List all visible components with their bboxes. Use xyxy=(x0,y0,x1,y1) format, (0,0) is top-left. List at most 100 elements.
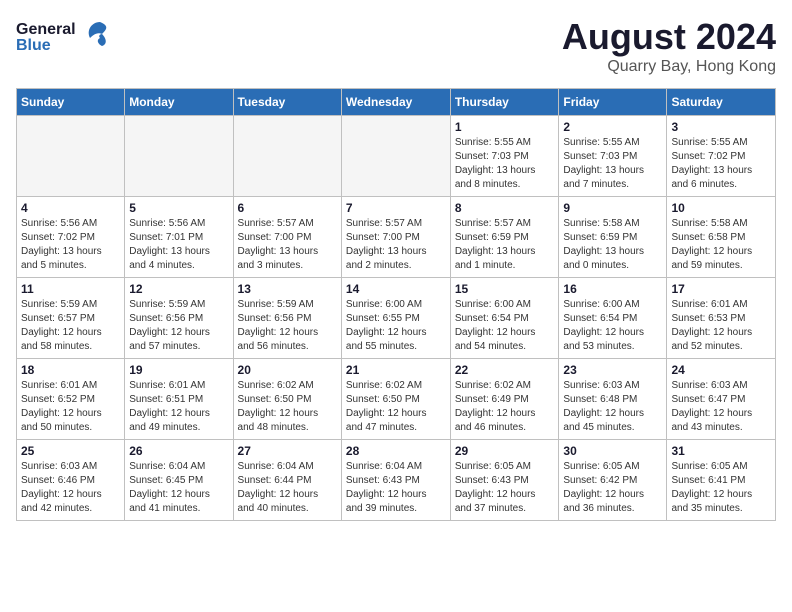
day-info: Sunrise: 5:57 AM Sunset: 7:00 PM Dayligh… xyxy=(238,217,337,273)
calendar-cell: 4 Sunrise: 5:56 AM Sunset: 7:02 PM Daylig… xyxy=(17,197,125,278)
day-number: 6 xyxy=(238,201,337,215)
day-number: 4 xyxy=(21,201,120,215)
location-subtitle: Quarry Bay, Hong Kong xyxy=(562,58,776,76)
day-number: 29 xyxy=(455,444,555,458)
day-header-wednesday: Wednesday xyxy=(341,89,450,116)
calendar-cell: 14 Sunrise: 6:00 AM Sunset: 6:55 PM Dayli… xyxy=(341,278,450,359)
day-number: 23 xyxy=(563,363,662,377)
calendar-cell: 26Sunrise: 6:04 AM Sunset: 6:45 PM Dayli… xyxy=(125,440,233,521)
calendar-cell: 23Sunrise: 6:03 AM Sunset: 6:48 PM Dayli… xyxy=(559,359,667,440)
day-number: 5 xyxy=(129,201,228,215)
day-info: Sunrise: 5:57 AM Sunset: 7:00 PM Dayligh… xyxy=(346,217,446,273)
day-info: Sunrise: 6:05 AM Sunset: 6:41 PM Dayligh… xyxy=(671,460,771,516)
page-header: General Blue August 2024 Quarry Bay, Hon… xyxy=(16,16,776,76)
calendar-cell: 16 Sunrise: 6:00 AM Sunset: 6:54 PM Dayli… xyxy=(559,278,667,359)
day-number: 28 xyxy=(346,444,446,458)
logo-bird-icon xyxy=(82,16,118,59)
calendar-cell: 13 Sunrise: 5:59 AM Sunset: 6:56 PM Dayli… xyxy=(233,278,341,359)
month-year-title: August 2024 xyxy=(562,16,776,58)
calendar-cell: 9 Sunrise: 5:58 AM Sunset: 6:59 PM Daylig… xyxy=(559,197,667,278)
day-number: 20 xyxy=(238,363,337,377)
day-info: Sunrise: 5:56 AM Sunset: 7:02 PM Dayligh… xyxy=(21,217,120,273)
day-number: 17 xyxy=(671,282,771,296)
day-info: Sunrise: 6:00 AM Sunset: 6:55 PM Dayligh… xyxy=(346,298,446,354)
day-info: Sunrise: 5:59 AM Sunset: 6:56 PM Dayligh… xyxy=(238,298,337,354)
day-number: 16 xyxy=(563,282,662,296)
day-info: Sunrise: 6:05 AM Sunset: 6:42 PM Dayligh… xyxy=(563,460,662,516)
day-header-friday: Friday xyxy=(559,89,667,116)
day-number: 7 xyxy=(346,201,446,215)
day-info: Sunrise: 6:00 AM Sunset: 6:54 PM Dayligh… xyxy=(455,298,555,354)
day-info: Sunrise: 5:55 AM Sunset: 7:03 PM Dayligh… xyxy=(563,136,662,192)
day-info: Sunrise: 6:01 AM Sunset: 6:51 PM Dayligh… xyxy=(129,379,228,435)
logo-general: General xyxy=(16,22,76,38)
calendar-cell: 8Sunrise: 5:57 AM Sunset: 6:59 PM Daylig… xyxy=(450,197,559,278)
day-number: 2 xyxy=(563,120,662,134)
calendar-cell: 30 Sunrise: 6:05 AM Sunset: 6:42 PM Dayli… xyxy=(559,440,667,521)
day-info: Sunrise: 5:58 AM Sunset: 6:59 PM Dayligh… xyxy=(563,217,662,273)
day-info: Sunrise: 5:55 AM Sunset: 7:03 PM Dayligh… xyxy=(455,136,555,192)
day-number: 24 xyxy=(671,363,771,377)
day-number: 10 xyxy=(671,201,771,215)
calendar-cell: 21 Sunrise: 6:02 AM Sunset: 6:50 PM Dayli… xyxy=(341,359,450,440)
calendar-cell xyxy=(233,116,341,197)
calendar-cell: 2 Sunrise: 5:55 AM Sunset: 7:03 PM Daylig… xyxy=(559,116,667,197)
logo: General Blue xyxy=(16,16,118,59)
calendar-cell: 17 Sunrise: 6:01 AM Sunset: 6:53 PM Dayli… xyxy=(667,278,776,359)
day-number: 13 xyxy=(238,282,337,296)
day-info: Sunrise: 5:57 AM Sunset: 6:59 PM Dayligh… xyxy=(455,217,555,273)
day-info: Sunrise: 5:59 AM Sunset: 6:57 PM Dayligh… xyxy=(21,298,120,354)
day-number: 1 xyxy=(455,120,555,134)
day-number: 12 xyxy=(129,282,228,296)
calendar-cell: 25Sunrise: 6:03 AM Sunset: 6:46 PM Dayli… xyxy=(17,440,125,521)
calendar-table: SundayMondayTuesdayWednesdayThursdayFrid… xyxy=(16,88,776,521)
calendar-cell: 19 Sunrise: 6:01 AM Sunset: 6:51 PM Dayli… xyxy=(125,359,233,440)
day-info: Sunrise: 6:00 AM Sunset: 6:54 PM Dayligh… xyxy=(563,298,662,354)
day-number: 22 xyxy=(455,363,555,377)
calendar-cell: 7 Sunrise: 5:57 AM Sunset: 7:00 PM Daylig… xyxy=(341,197,450,278)
day-number: 27 xyxy=(238,444,337,458)
calendar-cell: 12 Sunrise: 5:59 AM Sunset: 6:56 PM Dayli… xyxy=(125,278,233,359)
day-number: 11 xyxy=(21,282,120,296)
day-number: 21 xyxy=(346,363,446,377)
calendar-week-4: 18Sunrise: 6:01 AM Sunset: 6:52 PM Dayli… xyxy=(17,359,776,440)
day-info: Sunrise: 6:02 AM Sunset: 6:50 PM Dayligh… xyxy=(346,379,446,435)
day-number: 14 xyxy=(346,282,446,296)
day-info: Sunrise: 6:05 AM Sunset: 6:43 PM Dayligh… xyxy=(455,460,555,516)
day-info: Sunrise: 5:55 AM Sunset: 7:02 PM Dayligh… xyxy=(671,136,771,192)
day-number: 9 xyxy=(563,201,662,215)
day-number: 3 xyxy=(671,120,771,134)
day-info: Sunrise: 6:02 AM Sunset: 6:50 PM Dayligh… xyxy=(238,379,337,435)
day-info: Sunrise: 6:01 AM Sunset: 6:52 PM Dayligh… xyxy=(21,379,120,435)
day-number: 30 xyxy=(563,444,662,458)
day-info: Sunrise: 5:59 AM Sunset: 6:56 PM Dayligh… xyxy=(129,298,228,354)
calendar-cell: 15 Sunrise: 6:00 AM Sunset: 6:54 PM Dayli… xyxy=(450,278,559,359)
calendar-cell xyxy=(17,116,125,197)
day-info: Sunrise: 5:56 AM Sunset: 7:01 PM Dayligh… xyxy=(129,217,228,273)
calendar-cell: 31 Sunrise: 6:05 AM Sunset: 6:41 PM Dayli… xyxy=(667,440,776,521)
day-header-tuesday: Tuesday xyxy=(233,89,341,116)
calendar-cell: 22 Sunrise: 6:02 AM Sunset: 6:49 PM Dayli… xyxy=(450,359,559,440)
calendar-week-2: 4 Sunrise: 5:56 AM Sunset: 7:02 PM Daylig… xyxy=(17,197,776,278)
day-header-sunday: Sunday xyxy=(17,89,125,116)
calendar-cell: 18Sunrise: 6:01 AM Sunset: 6:52 PM Dayli… xyxy=(17,359,125,440)
calendar-header-row: SundayMondayTuesdayWednesdayThursdayFrid… xyxy=(17,89,776,116)
day-info: Sunrise: 6:04 AM Sunset: 6:44 PM Dayligh… xyxy=(238,460,337,516)
day-number: 31 xyxy=(671,444,771,458)
day-info: Sunrise: 6:02 AM Sunset: 6:49 PM Dayligh… xyxy=(455,379,555,435)
calendar-cell: 24 Sunrise: 6:03 AM Sunset: 6:47 PM Dayli… xyxy=(667,359,776,440)
day-info: Sunrise: 6:01 AM Sunset: 6:53 PM Dayligh… xyxy=(671,298,771,354)
day-number: 15 xyxy=(455,282,555,296)
calendar-cell: 1 Sunrise: 5:55 AM Sunset: 7:03 PM Daylig… xyxy=(450,116,559,197)
calendar-cell: 10 Sunrise: 5:58 AM Sunset: 6:58 PM Dayli… xyxy=(667,197,776,278)
day-info: Sunrise: 6:04 AM Sunset: 6:43 PM Dayligh… xyxy=(346,460,446,516)
calendar-week-1: 1 Sunrise: 5:55 AM Sunset: 7:03 PM Daylig… xyxy=(17,116,776,197)
calendar-cell: 20 Sunrise: 6:02 AM Sunset: 6:50 PM Dayli… xyxy=(233,359,341,440)
day-header-saturday: Saturday xyxy=(667,89,776,116)
day-number: 19 xyxy=(129,363,228,377)
day-info: Sunrise: 5:58 AM Sunset: 6:58 PM Dayligh… xyxy=(671,217,771,273)
day-info: Sunrise: 6:03 AM Sunset: 6:47 PM Dayligh… xyxy=(671,379,771,435)
logo-blue: Blue xyxy=(16,38,76,54)
calendar-cell: 6 Sunrise: 5:57 AM Sunset: 7:00 PM Daylig… xyxy=(233,197,341,278)
calendar-cell xyxy=(125,116,233,197)
